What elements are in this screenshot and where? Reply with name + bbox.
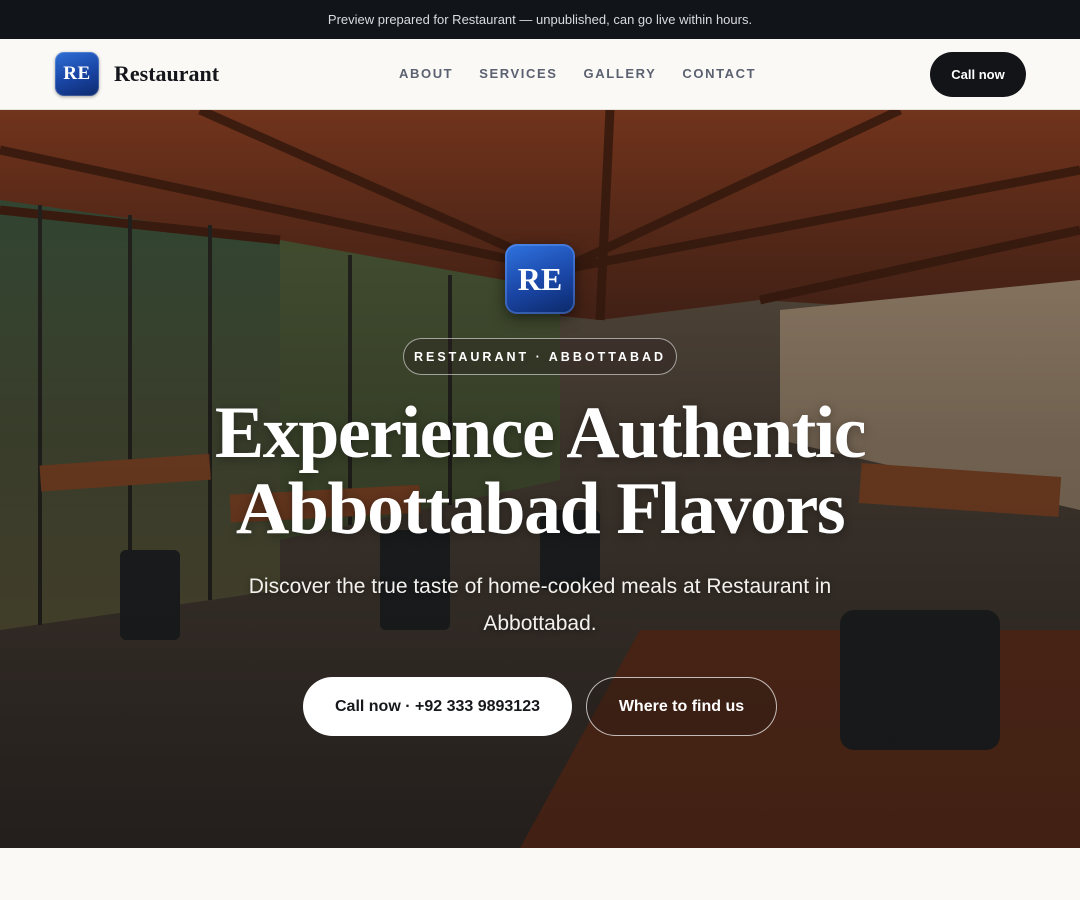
nav-link-about[interactable]: ABOUT — [399, 66, 453, 81]
nav-link-contact[interactable]: CONTACT — [682, 66, 756, 81]
hero-title-line-1: Experience Authentic — [214, 392, 867, 474]
nav-link-gallery[interactable]: GALLERY — [584, 66, 657, 81]
hero-section: RE RESTAURANT · ABBOTTABAD Experience Au… — [0, 110, 1080, 848]
brand-name[interactable]: Restaurant — [114, 61, 219, 87]
nav-link-services[interactable]: SERVICES — [479, 66, 557, 81]
hero-logo-initials: RE — [517, 260, 563, 297]
find-us-button[interactable]: Where to find us — [586, 677, 777, 736]
hero-subtitle: Discover the true taste of home-cooked m… — [248, 575, 832, 635]
hero-call-button[interactable]: Call now · +92 333 9893123 — [303, 677, 572, 736]
logo-initials: RE — [63, 63, 91, 84]
call-now-button[interactable]: Call now — [930, 52, 1026, 97]
logo[interactable]: RE — [55, 52, 99, 96]
preview-banner: Preview prepared for Restaurant — unpubl… — [0, 0, 1080, 39]
hero-title-line-2: Abbottabad Flavors — [235, 468, 846, 550]
site-header: RE Restaurant ABOUT SERVICES GALLERY CON… — [0, 39, 1080, 110]
hero-logo: RE — [505, 244, 575, 314]
hero-eyebrow-badge: RESTAURANT · ABBOTTABAD — [403, 338, 677, 375]
main-nav: ABOUT SERVICES GALLERY CONTACT — [399, 66, 782, 81]
hero-title: Experience Authentic Abbottabad Flavors — [0, 395, 1080, 547]
preview-banner-text: Preview prepared for Restaurant — unpubl… — [327, 12, 753, 27]
